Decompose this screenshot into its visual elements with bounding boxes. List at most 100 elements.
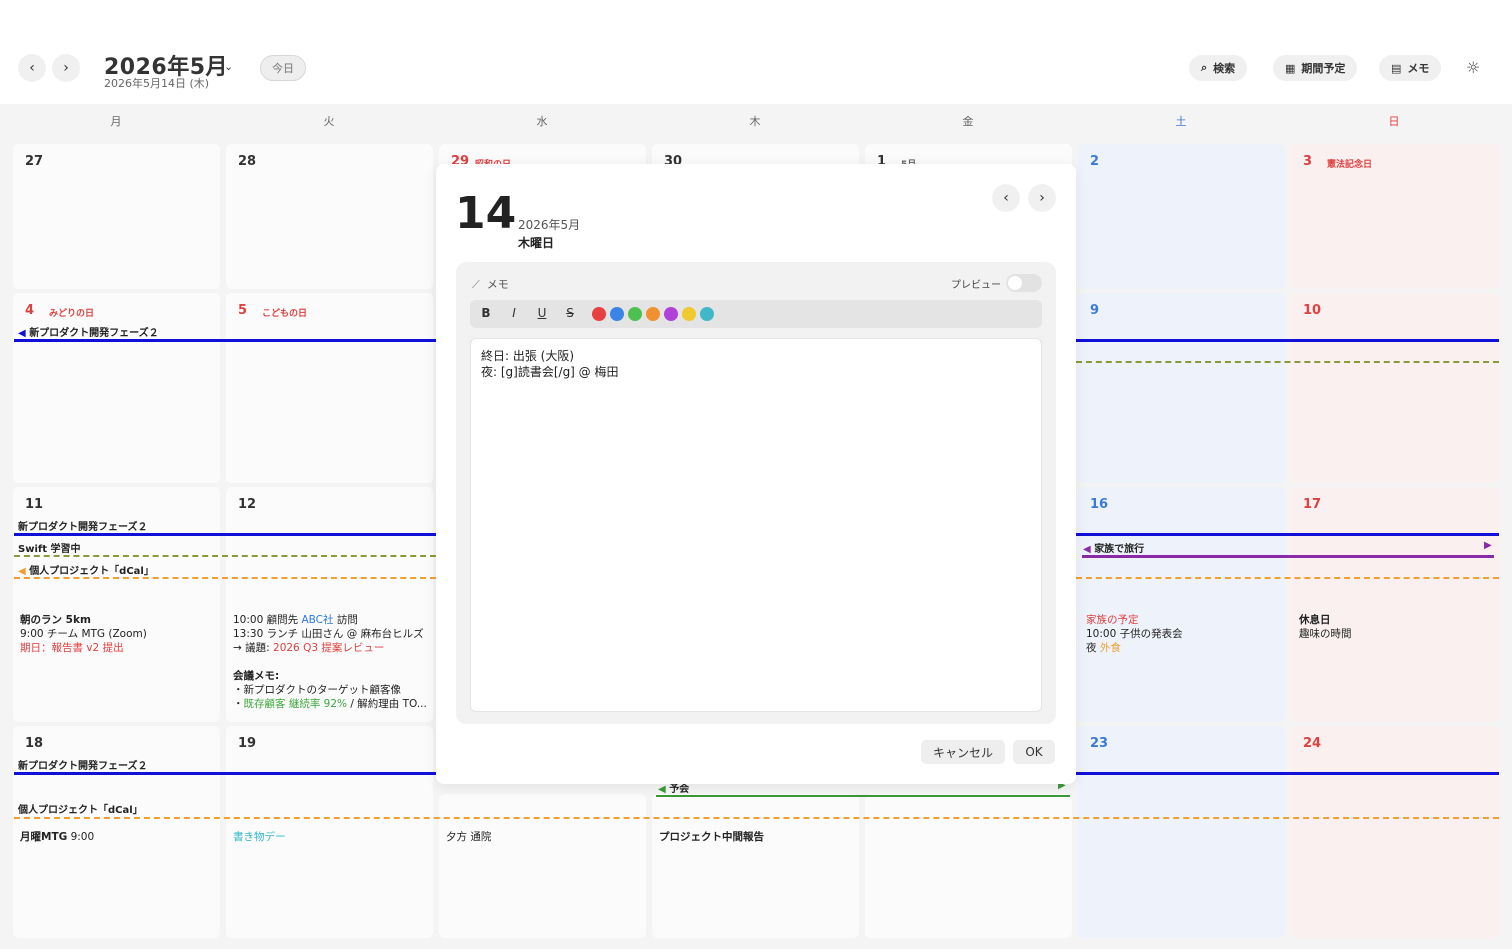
prev-month-button[interactable]: ‹: [18, 54, 46, 82]
day-number: 10: [1303, 303, 1322, 318]
day-cell[interactable]: 23: [1078, 726, 1285, 938]
day-note[interactable]: 休息日 趣味の時間: [1299, 613, 1352, 641]
period-event-label[interactable]: 個人プロジェクト「dCal」: [18, 801, 143, 816]
day-note[interactable]: プロジェクト中間報告: [659, 830, 764, 844]
color-swatch-purple[interactable]: [664, 307, 678, 321]
day-cell[interactable]: 17: [1291, 487, 1499, 722]
selected-year-month: 2026年5月: [518, 218, 581, 232]
cancel-button[interactable]: キャンセル: [921, 740, 1005, 764]
weekday-sat: 土: [1175, 115, 1187, 128]
arrow-left-icon: ◀: [658, 784, 666, 795]
day-cell[interactable]: 10: [1291, 293, 1499, 483]
day-cell[interactable]: 28: [226, 144, 433, 289]
day-cell[interactable]: [865, 794, 1072, 938]
period-event-bar[interactable]: [1076, 772, 1499, 775]
memo-button[interactable]: ▤ メモ: [1379, 55, 1442, 81]
period-event-button[interactable]: ▦ 期間予定: [1273, 55, 1358, 81]
period-event-label[interactable]: ◀ 新プロダクト開発フェーズ２: [18, 324, 159, 339]
note-line: 会議メモ:: [233, 670, 280, 682]
chevron-down-icon[interactable]: ⌄: [224, 60, 233, 73]
prev-day-button[interactable]: ‹: [992, 184, 1020, 212]
period-event-bar[interactable]: [14, 555, 436, 557]
period-event-bar[interactable]: [14, 533, 436, 536]
note-line: 趣味の時間: [1299, 628, 1352, 640]
color-swatch-red[interactable]: [592, 307, 606, 321]
memo-label: メモ: [1407, 62, 1430, 75]
note-line: ・既存顧客 継続率 92% / 解約理由 TO...: [233, 697, 427, 711]
preview-label: プレビュー: [951, 280, 1001, 291]
day-note[interactable]: 書き物デー: [233, 830, 286, 844]
search-button[interactable]: ⌕ 検索: [1189, 55, 1248, 81]
day-number: 9: [1090, 303, 1100, 318]
note-text: 月曜MTG: [20, 831, 68, 843]
memo-header: ⟋ メモ: [472, 276, 509, 292]
day-cell[interactable]: 3 憲法記念日: [1291, 144, 1499, 289]
note-line: 10:00 顧問先 ABC社 訪問: [233, 613, 427, 627]
day-cell[interactable]: [652, 794, 859, 938]
day-number: 17: [1303, 497, 1322, 512]
note-text: 2026 Q3 提案レビュー: [273, 642, 385, 654]
color-swatch-yellow[interactable]: [682, 307, 696, 321]
app-header: ‹ › 2026年5月 ⌄ 2026年5月14日 (木) 今日 ⌕ 検索 ▦ 期…: [0, 0, 1512, 104]
period-event-label[interactable]: 新プロダクト開発フェーズ２: [18, 518, 148, 533]
ok-button[interactable]: OK: [1013, 740, 1055, 764]
underline-button[interactable]: U: [534, 306, 550, 320]
day-note[interactable]: 夕方 通院: [446, 830, 491, 844]
day-cell[interactable]: 24: [1291, 726, 1499, 938]
color-swatch-orange[interactable]: [646, 307, 660, 321]
note-line: 朝のラン 5km: [20, 614, 91, 626]
note-text: ABC社: [301, 614, 334, 626]
period-event-bar[interactable]: [14, 577, 436, 579]
day-cell[interactable]: 5 こどもの日: [226, 293, 433, 483]
note-line: 9:00 チーム MTG (Zoom): [20, 628, 147, 640]
period-event-bar[interactable]: [1076, 339, 1499, 342]
day-number: 16: [1090, 497, 1109, 512]
color-swatch-green[interactable]: [628, 307, 642, 321]
strikethrough-button[interactable]: S: [562, 306, 578, 320]
day-note[interactable]: 10:00 顧問先 ABC社 訪問 13:30 ランチ 山田さん @ 麻布台ヒル…: [233, 613, 427, 711]
period-event-label[interactable]: ◀ 家族で旅行: [1083, 540, 1144, 555]
next-month-button[interactable]: ›: [52, 54, 80, 82]
period-event-bar[interactable]: [1076, 361, 1499, 363]
day-number: 24: [1303, 736, 1322, 751]
bold-button[interactable]: B: [478, 306, 494, 320]
day-detail-panel: 14 2026年5月 木曜日 ‹ › ⟋ メモ プレビュー B I U S 終日…: [436, 164, 1076, 784]
chevron-left-icon: ‹: [29, 60, 35, 76]
day-note[interactable]: 朝のラン 5km 9:00 チーム MTG (Zoom) 期日：報告書 v2 提…: [20, 613, 147, 655]
preview-toggle[interactable]: [1006, 274, 1042, 292]
period-event-label[interactable]: 新プロダクト開発フェーズ２: [18, 757, 148, 772]
day-number: 23: [1090, 736, 1109, 751]
memo-editor[interactable]: 終日: 出張 (大阪) 夜: [g]読書会[/g] @ 梅田: [470, 338, 1042, 712]
day-number: 28: [238, 154, 257, 169]
day-cell[interactable]: 2: [1078, 144, 1285, 289]
day-cell[interactable]: 16: [1078, 487, 1285, 722]
period-event-bar[interactable]: [1082, 555, 1494, 558]
period-event-bar[interactable]: [14, 339, 436, 342]
period-event-bar[interactable]: [1076, 577, 1499, 579]
period-event-label[interactable]: Swift 学習中: [18, 540, 80, 555]
note-line: 期日：報告書 v2 提出: [20, 642, 124, 654]
search-icon: ⌕: [1201, 61, 1208, 74]
day-note[interactable]: 家族の予定 10:00 子供の発表会 夜 外食: [1086, 613, 1183, 655]
period-event-bar[interactable]: [14, 772, 436, 775]
today-button[interactable]: 今日: [260, 55, 306, 81]
period-event-bar[interactable]: [1076, 533, 1499, 536]
period-event-bar[interactable]: [656, 795, 1070, 797]
day-cell[interactable]: [439, 794, 646, 938]
note-icon: ▤: [1391, 61, 1402, 75]
event-title: 家族で旅行: [1094, 544, 1145, 555]
weekday-fri: 金: [962, 115, 974, 128]
day-cell[interactable]: 9: [1078, 293, 1285, 483]
color-swatch-cyan[interactable]: [700, 307, 714, 321]
period-event-label[interactable]: ◀ 個人プロジェクト「dCal」: [18, 562, 154, 577]
day-cell[interactable]: 4 みどりの日: [13, 293, 220, 483]
search-label: 検索: [1213, 62, 1236, 75]
theme-toggle-icon[interactable]: ☼: [1466, 58, 1480, 77]
italic-button[interactable]: I: [506, 306, 522, 320]
day-note[interactable]: 月曜MTG 9:00: [20, 830, 94, 844]
note-line: 家族の予定: [1086, 614, 1139, 626]
next-day-button[interactable]: ›: [1028, 184, 1056, 212]
day-cell[interactable]: 27: [13, 144, 220, 289]
color-swatch-blue[interactable]: [610, 307, 624, 321]
period-event-bar[interactable]: [14, 817, 1499, 819]
